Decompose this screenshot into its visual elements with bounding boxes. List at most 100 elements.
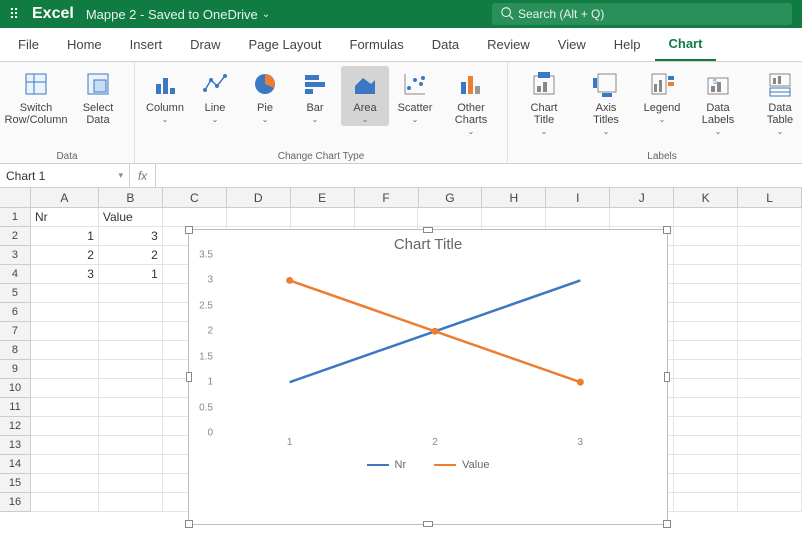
cell[interactable] (163, 208, 227, 227)
chart-handle[interactable] (186, 372, 192, 382)
cell[interactable] (610, 208, 674, 227)
cell[interactable] (31, 474, 99, 493)
cell[interactable]: Nr (31, 208, 99, 227)
row-header[interactable]: 6 (0, 303, 31, 322)
row-header[interactable]: 9 (0, 360, 31, 379)
cell[interactable] (674, 379, 738, 398)
cell[interactable] (738, 246, 802, 265)
cell[interactable] (99, 341, 163, 360)
cell[interactable] (738, 379, 802, 398)
cell[interactable] (674, 417, 738, 436)
row-header[interactable]: 16 (0, 493, 31, 512)
cell[interactable] (674, 322, 738, 341)
legend-button[interactable]: Legend⌄ (638, 66, 686, 126)
cell[interactable] (99, 474, 163, 493)
cell[interactable] (738, 208, 802, 227)
cell[interactable] (99, 303, 163, 322)
cell[interactable] (31, 303, 99, 322)
axis-titles-button[interactable]: AxisTitles⌄ (576, 66, 636, 138)
cell[interactable] (99, 398, 163, 417)
app-launcher-icon[interactable]: ⠿ (0, 6, 28, 23)
cell[interactable] (418, 208, 482, 227)
cell[interactable] (546, 208, 610, 227)
column-header[interactable]: B (99, 188, 163, 207)
column-header[interactable]: E (291, 188, 355, 207)
document-title[interactable]: Mappe 2 - Saved to OneDrive ⌄ (86, 7, 270, 22)
row-header[interactable]: 14 (0, 455, 31, 474)
row-header[interactable]: 5 (0, 284, 31, 303)
cell[interactable] (738, 455, 802, 474)
tab-review[interactable]: Review (473, 29, 544, 60)
cell[interactable] (99, 436, 163, 455)
column-header[interactable]: H (482, 188, 546, 207)
chart-handle[interactable] (185, 226, 193, 234)
cell[interactable] (31, 341, 99, 360)
column-header[interactable]: G (419, 188, 483, 207)
tab-page-layout[interactable]: Page Layout (235, 29, 336, 60)
cell[interactable] (31, 436, 99, 455)
chart-object[interactable]: Chart Title 00.511.522.533.5 123 NrValue (188, 229, 668, 525)
row-header[interactable]: 3 (0, 246, 31, 265)
cell[interactable] (674, 227, 738, 246)
cell[interactable]: Value (99, 208, 163, 227)
cell[interactable] (99, 322, 163, 341)
cell[interactable] (674, 265, 738, 284)
cell[interactable] (31, 284, 99, 303)
row-header[interactable]: 4 (0, 265, 31, 284)
cell[interactable]: 3 (99, 227, 163, 246)
cell[interactable] (31, 360, 99, 379)
column-header[interactable]: F (355, 188, 419, 207)
cell[interactable] (738, 417, 802, 436)
scatter-button[interactable]: Scatter⌄ (391, 66, 439, 126)
cell[interactable] (738, 284, 802, 303)
column-header[interactable]: C (163, 188, 227, 207)
cell[interactable] (31, 379, 99, 398)
tab-chart[interactable]: Chart (655, 28, 717, 61)
column-button[interactable]: Column⌄ (141, 66, 189, 126)
line-button[interactable]: Line⌄ (191, 66, 239, 126)
chart-title-button[interactable]: ChartTitle⌄ (514, 66, 574, 138)
data-labels-button[interactable]: 5DataLabels⌄ (688, 66, 748, 138)
tab-formulas[interactable]: Formulas (336, 29, 418, 60)
select-data-button[interactable]: SelectData (68, 66, 128, 128)
tab-view[interactable]: View (544, 29, 600, 60)
chart-legend[interactable]: NrValue (189, 455, 667, 477)
row-header[interactable]: 13 (0, 436, 31, 455)
cell[interactable] (99, 284, 163, 303)
legend-item[interactable]: Value (434, 459, 489, 471)
cell[interactable] (738, 341, 802, 360)
column-header[interactable]: J (610, 188, 674, 207)
chart-handle[interactable] (664, 372, 670, 382)
cell[interactable] (738, 474, 802, 493)
cell[interactable] (99, 360, 163, 379)
cell[interactable] (674, 303, 738, 322)
row-header[interactable]: 1 (0, 208, 31, 227)
tab-draw[interactable]: Draw (176, 29, 234, 60)
tab-insert[interactable]: Insert (116, 29, 177, 60)
cell[interactable] (291, 208, 355, 227)
cell[interactable] (738, 398, 802, 417)
data-table-button[interactable]: DataTable⌄ (750, 66, 802, 138)
row-header[interactable]: 2 (0, 227, 31, 246)
cell[interactable] (674, 398, 738, 417)
search-input[interactable] (492, 3, 792, 25)
cell[interactable] (674, 284, 738, 303)
cell[interactable] (674, 341, 738, 360)
cell[interactable] (99, 379, 163, 398)
chart-title-text[interactable]: Chart Title (189, 230, 667, 255)
tab-help[interactable]: Help (600, 29, 655, 60)
row-header[interactable]: 12 (0, 417, 31, 436)
cell[interactable]: 2 (99, 246, 163, 265)
cell[interactable] (99, 455, 163, 474)
tab-home[interactable]: Home (53, 29, 116, 60)
cell[interactable] (738, 322, 802, 341)
cell[interactable] (482, 208, 546, 227)
pie-button[interactable]: Pie⌄ (241, 66, 289, 126)
bar-button[interactable]: Bar⌄ (291, 66, 339, 126)
cell[interactable]: 3 (31, 265, 99, 284)
row-header[interactable]: 7 (0, 322, 31, 341)
cell[interactable]: 1 (99, 265, 163, 284)
other-charts-button[interactable]: OtherCharts⌄ (441, 66, 501, 138)
area-button[interactable]: Area⌄ (341, 66, 389, 126)
cell[interactable] (674, 208, 738, 227)
